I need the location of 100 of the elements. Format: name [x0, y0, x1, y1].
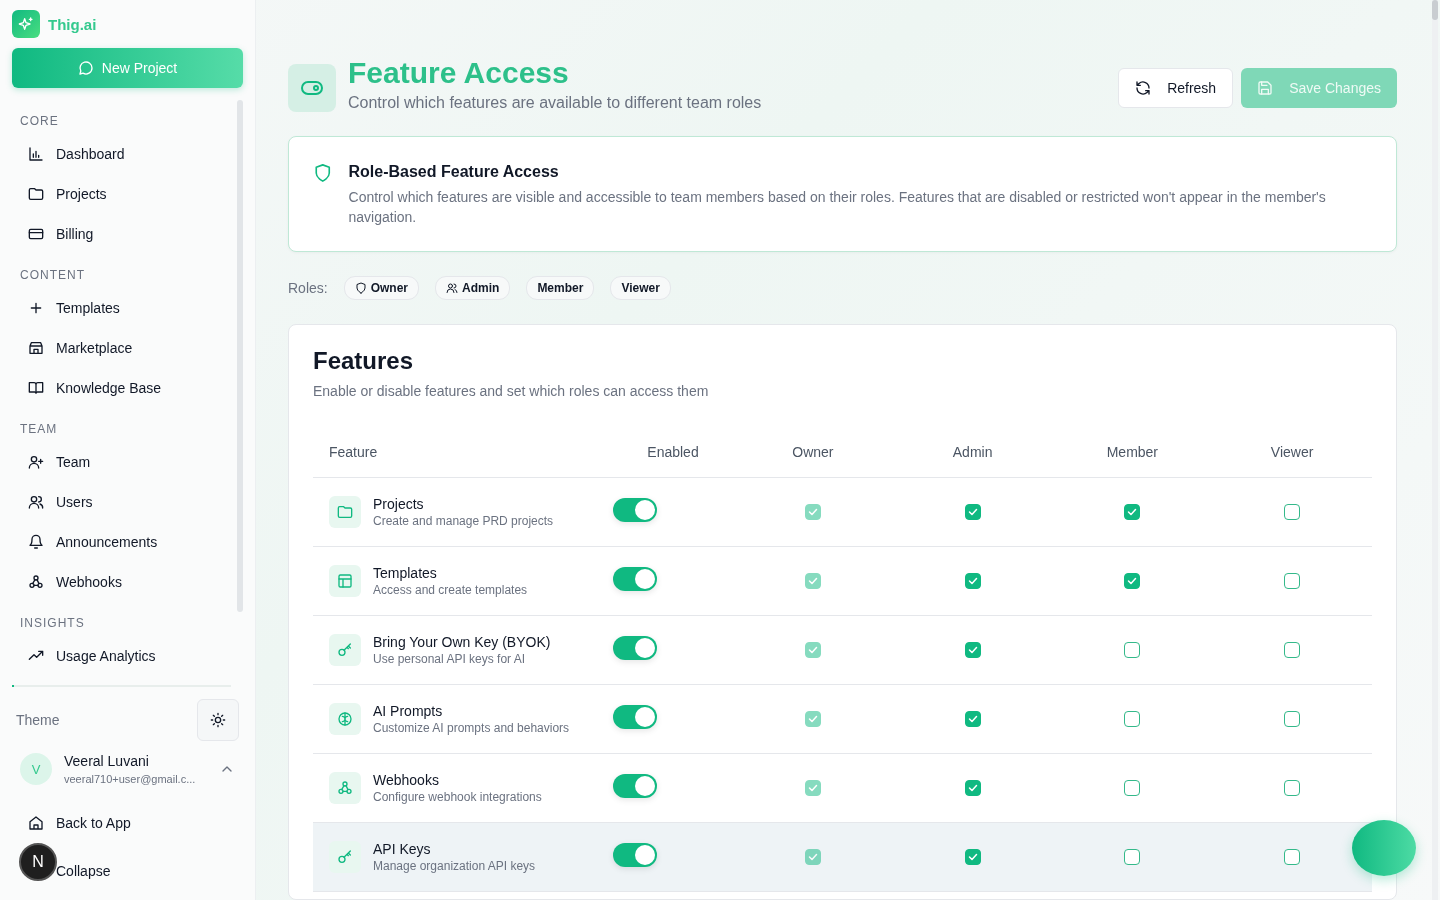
nav-item[interactable]: Webhooks	[12, 562, 233, 602]
check-icon	[806, 644, 819, 656]
feature-name: Bring Your Own Key (BYOK)	[373, 634, 551, 650]
checkbox[interactable]	[964, 849, 981, 865]
back-link[interactable]: Back to App	[12, 803, 243, 843]
checkbox[interactable]	[1124, 573, 1141, 589]
toggle-switch[interactable]	[613, 636, 657, 660]
key-icon	[337, 849, 353, 865]
check-icon	[966, 644, 979, 656]
roles-label: Roles:	[288, 280, 328, 296]
check-icon	[806, 851, 819, 863]
user-email: veeral710+user@gmail.c...	[64, 773, 197, 785]
checkbox[interactable]	[964, 780, 981, 796]
checkbox[interactable]	[1124, 504, 1141, 520]
webhook-icon	[337, 780, 353, 796]
table-row[interactable]: Templates Access and create templates	[313, 547, 1372, 616]
column-header: Owner	[791, 444, 835, 460]
user-avatar: V	[20, 753, 52, 785]
check-icon	[1126, 575, 1139, 587]
column-header: Viewer	[1269, 444, 1315, 460]
check-icon	[806, 506, 819, 518]
chat-icon	[77, 60, 94, 76]
feature-description: Access and create templates	[373, 583, 528, 597]
plus-icon	[28, 300, 44, 316]
users-icon	[446, 282, 459, 294]
chart-icon	[28, 146, 44, 162]
info-text: Control which features are visible and accessible to team members based on their roles. Features that are disabled or restricted won't appear in the member's navigation.	[348, 188, 1327, 227]
checkbox[interactable]	[964, 573, 981, 589]
column-header: Feature	[328, 444, 379, 460]
nav-item[interactable]: Dashboard	[12, 134, 233, 174]
checkbox[interactable]	[1284, 849, 1301, 865]
table-row[interactable]: AI Prompts Customize AI prompts and behaviors	[313, 685, 1372, 754]
nav-item[interactable]: Users	[12, 482, 233, 522]
table-row[interactable]: Projects Create and manage PRD projects	[313, 478, 1372, 547]
check-icon	[806, 713, 819, 725]
home-icon	[28, 815, 44, 831]
users-icon	[28, 494, 44, 510]
toggle-switch[interactable]	[613, 705, 657, 729]
column-header: Member	[1105, 444, 1160, 460]
page-title: Feature Access	[348, 56, 570, 90]
checkbox[interactable]	[1124, 780, 1141, 796]
book-icon	[28, 380, 44, 396]
nav-item[interactable]: Announcements	[12, 522, 233, 562]
role-badge: Member	[526, 276, 595, 300]
toggle-switch[interactable]	[613, 498, 657, 522]
table-row[interactable]: API Keys Manage organization API keys	[313, 823, 1372, 892]
checkbox[interactable]	[1284, 642, 1301, 658]
nav-item[interactable]: Projects	[12, 174, 233, 214]
nav-item[interactable]: Templates	[12, 288, 233, 328]
check-icon	[806, 575, 819, 587]
checkbox[interactable]	[1124, 849, 1141, 865]
shield-icon	[354, 282, 367, 294]
nav-item[interactable]: Marketplace	[12, 328, 233, 368]
check-icon	[966, 506, 979, 518]
webhook-icon	[28, 574, 44, 590]
nav-item[interactable]: Knowledge Base	[12, 368, 233, 408]
refresh-button[interactable]: Refresh	[1118, 68, 1234, 108]
feature-name: API Keys	[373, 841, 432, 857]
nav-item[interactable]: Billing	[12, 214, 233, 254]
refresh-icon	[1135, 80, 1152, 96]
checkbox[interactable]	[1124, 711, 1141, 727]
checkbox[interactable]	[964, 642, 981, 658]
feature-name: AI Prompts	[373, 703, 444, 719]
nav-item[interactable]: Usage Analytics	[12, 636, 233, 676]
column-header: Enabled	[646, 444, 700, 460]
toggle-switch[interactable]	[613, 843, 657, 867]
feature-name: Webhooks	[373, 772, 440, 788]
feature-description: Configure webhook integrations	[373, 790, 542, 804]
dev-badge[interactable]: N	[19, 843, 57, 881]
theme-button[interactable]	[197, 699, 239, 741]
checkbox[interactable]	[964, 504, 981, 520]
table-row[interactable]: Bring Your Own Key (BYOK) Use personal API keys for AI	[313, 616, 1372, 685]
feature-description: Manage organization API keys	[373, 859, 536, 873]
page-scrollbar[interactable]	[1432, 0, 1438, 900]
shield-icon	[313, 163, 333, 183]
checkbox[interactable]	[964, 711, 981, 727]
section-heading: CONTENT	[19, 267, 86, 284]
checkbox[interactable]	[1284, 504, 1301, 520]
store-icon	[28, 340, 44, 356]
key-icon	[337, 642, 353, 658]
checkbox[interactable]	[1124, 642, 1141, 658]
checkbox[interactable]	[1284, 711, 1301, 727]
toggle-switch[interactable]	[613, 774, 657, 798]
brand-name: Thig.ai	[48, 15, 97, 33]
collapse-button[interactable]: Collapse	[56, 851, 111, 891]
check-icon	[966, 851, 979, 863]
scrollbar[interactable]	[237, 100, 243, 612]
toggle-switch[interactable]	[613, 567, 657, 591]
check-icon	[966, 575, 979, 587]
folder-icon	[337, 504, 353, 520]
checkbox[interactable]	[1284, 573, 1301, 589]
sparkle-icon	[18, 16, 34, 32]
nav-item[interactable]: Team	[12, 442, 233, 482]
role-badge: Viewer	[610, 276, 671, 300]
check-icon	[806, 782, 819, 794]
checkbox[interactable]	[1284, 780, 1301, 796]
theme-label: Theme	[16, 712, 60, 728]
role-badge: Admin	[435, 276, 511, 300]
feature-name: Templates	[373, 565, 438, 581]
check-icon	[966, 782, 979, 794]
